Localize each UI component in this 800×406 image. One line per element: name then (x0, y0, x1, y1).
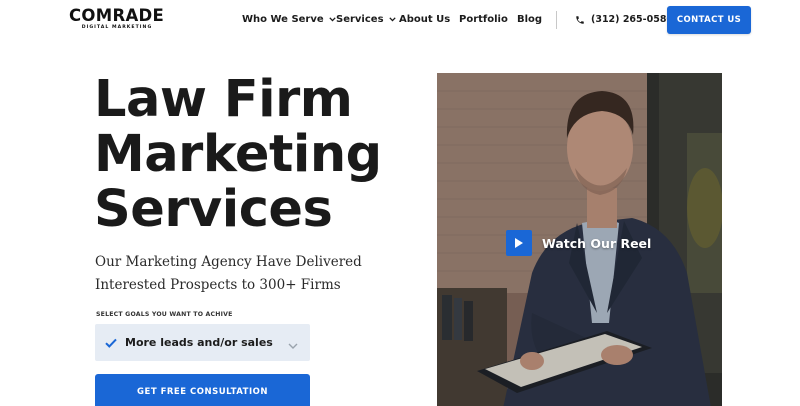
chevron-down-icon (388, 12, 396, 28)
chevron-down-icon (288, 337, 298, 355)
watch-reel-label: Watch Our Reel (542, 235, 652, 251)
nav-item-about-us[interactable]: About Us (399, 12, 450, 28)
nav-item-label: Portfolio (459, 14, 508, 25)
phone-icon (576, 16, 584, 24)
contact-us-button[interactable]: CONTACT US (667, 6, 751, 34)
nav-item-blog[interactable]: Blog (517, 12, 542, 28)
logo[interactable]: COMRADE DIGITAL MARKETING (69, 6, 165, 30)
nav-item-label: About Us (399, 14, 451, 25)
nav-item-portfolio[interactable]: Portfolio (459, 12, 508, 28)
nav-item-label: Who We Serve (242, 14, 324, 25)
phone-number: (312) 265-0580 (591, 14, 674, 25)
check-icon (105, 338, 117, 348)
goal-select[interactable]: More leads and/or sales (95, 324, 310, 361)
goal-select-value: More leads and/or sales (125, 336, 273, 349)
hero-title-line: Services (94, 180, 333, 239)
nav-item-label: Services (336, 14, 384, 25)
nav-item-label: Blog (517, 14, 543, 25)
hero-title: Law Firm Marketing Services (94, 72, 424, 237)
chevron-down-icon (328, 12, 336, 28)
logo-tagline: DIGITAL MARKETING (81, 25, 153, 30)
get-free-consultation-button[interactable]: GET FREE CONSULTATION (95, 374, 310, 406)
hero-title-line: Marketing (94, 125, 382, 184)
hero-subtitle: Our Marketing Agency Have Delivered Inte… (95, 254, 362, 293)
watch-reel-button[interactable]: Watch Our Reel (506, 230, 651, 256)
logo-wordmark: COMRADE (69, 6, 165, 25)
nav-item-services[interactable]: Services (336, 12, 396, 28)
goal-select-label: SELECT GOALS YOU WANT TO ACHIVE (96, 311, 233, 318)
phone-link[interactable]: (312) 265-0580 (575, 12, 673, 28)
hero-title-line: Law Firm (94, 70, 353, 129)
nav-item-who-we-serve[interactable]: Who We Serve (242, 12, 336, 28)
play-icon (506, 230, 532, 256)
hero-video-thumbnail[interactable]: Watch Our Reel (437, 73, 722, 406)
nav-divider (556, 11, 557, 29)
